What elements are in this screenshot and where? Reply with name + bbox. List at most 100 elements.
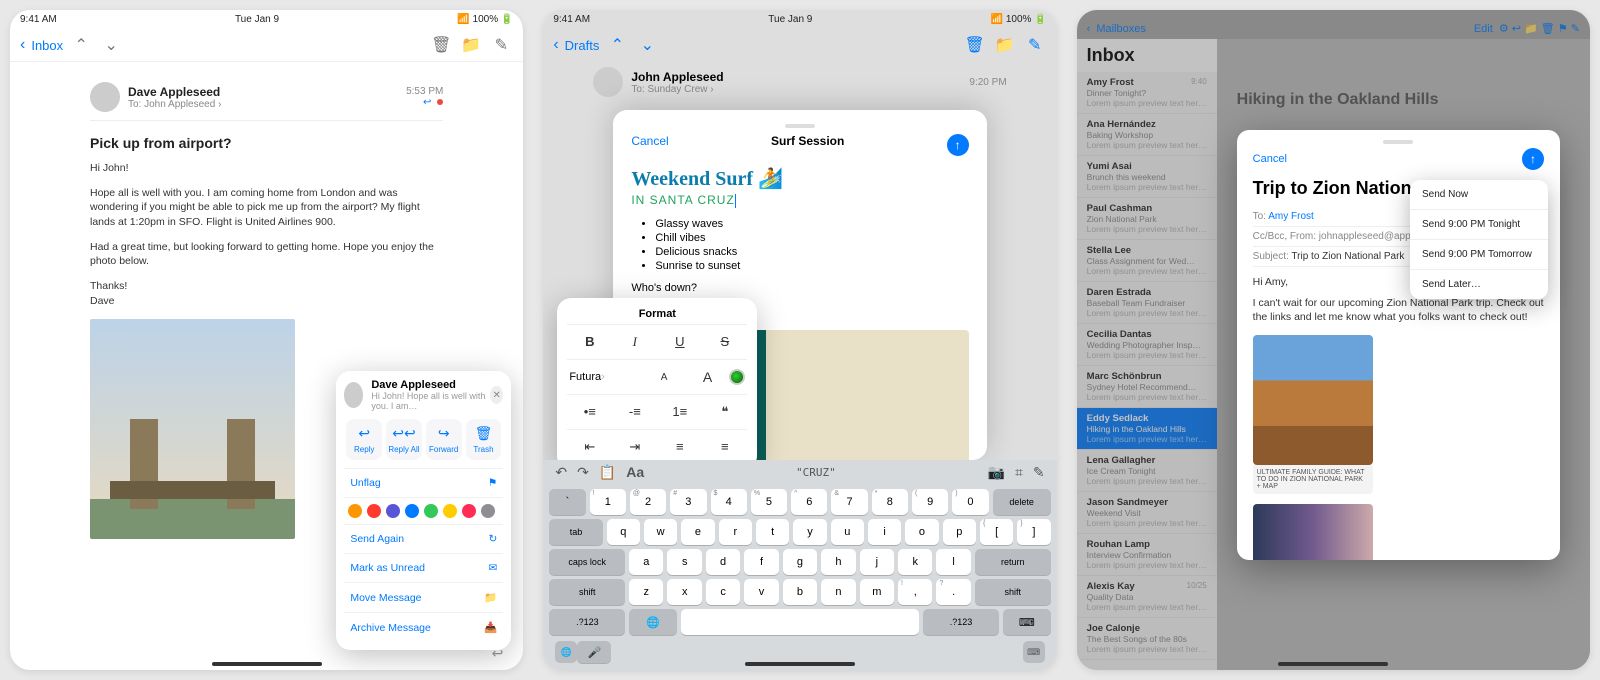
scan-icon[interactable]: ⌗ — [1015, 464, 1023, 481]
key-i[interactable]: i — [868, 519, 901, 545]
key-o[interactable]: o — [905, 519, 938, 545]
key-k[interactable]: k — [898, 549, 932, 575]
folder-icon[interactable]: 📁 — [993, 33, 1017, 57]
key-u[interactable]: u — [831, 519, 864, 545]
key-f[interactable]: f — [744, 549, 778, 575]
strike-button[interactable]: S — [702, 331, 747, 353]
send-again-item[interactable]: Send Again↻ — [344, 524, 503, 553]
send-menu-item[interactable]: Send 9:00 PM Tomorrow — [1410, 240, 1548, 270]
smaller-font-button[interactable]: A — [642, 369, 686, 386]
bullet-list-button[interactable]: •≡ — [567, 401, 612, 423]
text-format-icon[interactable]: Aa — [626, 464, 644, 481]
key-j[interactable]: j — [860, 549, 894, 575]
key-s[interactable]: s — [667, 549, 701, 575]
chevron-right-icon[interactable]: › — [601, 371, 605, 383]
key-7[interactable]: &7 — [831, 489, 867, 515]
archive-message-item[interactable]: Archive Message📥 — [344, 612, 503, 642]
trash-button[interactable]: 🗑Trash — [466, 419, 502, 460]
key-0[interactable]: )0 — [952, 489, 988, 515]
reply-toolbar-icon[interactable]: ↩ — [492, 645, 504, 662]
back-folder-label[interactable]: Inbox — [31, 38, 63, 53]
key-⌨[interactable]: ⌨ — [1003, 609, 1051, 635]
key-z[interactable]: z — [629, 579, 663, 605]
key-8[interactable]: *8 — [872, 489, 908, 515]
markup-icon[interactable]: ✎ — [1033, 464, 1045, 481]
folder-icon[interactable]: 📁 — [459, 33, 483, 57]
back-chevron-icon[interactable]: ‹ — [553, 36, 558, 54]
compose-icon[interactable]: ✎ — [489, 33, 513, 57]
bullet-list[interactable]: Glassy waves Chill vibes Delicious snacks S… — [655, 218, 968, 272]
flag-color-swatch[interactable] — [462, 504, 476, 518]
move-message-item[interactable]: Move Message📁 — [344, 582, 503, 612]
back-chevron-icon[interactable]: ‹ — [20, 36, 25, 54]
send-menu-item[interactable]: Send 9:00 PM Tonight — [1410, 210, 1548, 240]
reply-arrow-icon[interactable]: ↩ — [423, 97, 431, 108]
key-,[interactable]: !, — [898, 579, 932, 605]
align-right-button[interactable]: ≡ — [702, 436, 747, 458]
bullet-item[interactable]: Sunrise to sunset — [655, 260, 968, 272]
to-line[interactable]: To: John Appleseed › — [128, 99, 221, 110]
flag-color-swatch[interactable] — [405, 504, 419, 518]
align-left-button[interactable]: ≡ — [657, 436, 702, 458]
bold-button[interactable]: B — [567, 331, 612, 353]
link-preview-2[interactable] — [1253, 504, 1373, 560]
subhead-text[interactable]: IN SANTA CRUZ — [631, 193, 968, 208]
blockquote-button[interactable]: ❝ — [702, 401, 747, 423]
key-🌐[interactable]: 🌐 — [629, 609, 677, 635]
key-return[interactable]: return — [975, 549, 1051, 575]
send-button[interactable]: ↑ — [1522, 148, 1544, 170]
whos-down-text[interactable]: Who's down? — [631, 282, 968, 294]
sheet-grabber[interactable] — [1383, 140, 1413, 144]
bullet-item[interactable]: Chill vibes — [655, 232, 968, 244]
bullet-item[interactable]: Glassy waves — [655, 218, 968, 230]
attached-photo[interactable] — [90, 319, 295, 539]
key-v[interactable]: v — [744, 579, 778, 605]
indent-button[interactable]: ⇥ — [612, 436, 657, 458]
key-3[interactable]: #3 — [670, 489, 706, 515]
send-button[interactable]: ↑ — [947, 134, 969, 156]
trash-icon[interactable]: 🗑 — [429, 33, 453, 57]
undo-icon[interactable]: ↶ — [555, 464, 567, 481]
key-][interactable]: }] — [1017, 519, 1050, 545]
cancel-button[interactable]: Cancel — [1253, 153, 1287, 165]
key-.?123[interactable]: .?123 — [549, 609, 625, 635]
key-n[interactable]: n — [821, 579, 855, 605]
key-capslock[interactable]: caps lock — [549, 549, 625, 575]
close-button[interactable]: ✕ — [490, 386, 503, 404]
key-6[interactable]: ^6 — [791, 489, 827, 515]
compose-icon[interactable]: ✎ — [1023, 33, 1047, 57]
underline-button[interactable]: U — [657, 331, 702, 353]
down-arrow-icon[interactable]: ⌄ — [99, 33, 123, 57]
key-9[interactable]: (9 — [912, 489, 948, 515]
down-arrow-icon[interactable]: ⌄ — [635, 33, 659, 57]
key-h[interactable]: h — [821, 549, 855, 575]
redo-icon[interactable]: ↷ — [577, 464, 589, 481]
up-arrow-icon[interactable]: ⌃ — [605, 33, 629, 57]
key-g[interactable]: g — [783, 549, 817, 575]
reply-all-button[interactable]: ↩↩Reply All — [386, 419, 422, 460]
cancel-button[interactable]: Cancel — [631, 134, 668, 156]
key-1[interactable]: !1 — [590, 489, 626, 515]
clipboard-icon[interactable]: 📋 — [599, 464, 616, 481]
forward-button[interactable]: ↪Forward — [426, 419, 462, 460]
flag-color-swatch[interactable] — [424, 504, 438, 518]
key-.[interactable]: ?. — [936, 579, 970, 605]
key-tab[interactable]: tab — [549, 519, 602, 545]
key-a[interactable]: a — [629, 549, 663, 575]
text-color-button[interactable] — [729, 369, 745, 385]
key-c[interactable]: c — [706, 579, 740, 605]
key-d[interactable]: d — [706, 549, 740, 575]
send-menu-item[interactable]: Send Now — [1410, 180, 1548, 210]
larger-font-button[interactable]: A — [686, 366, 730, 388]
key-shift[interactable]: shift — [549, 579, 625, 605]
flag-color-swatch[interactable] — [348, 504, 362, 518]
key-m[interactable]: m — [860, 579, 894, 605]
bullet-item[interactable]: Delicious snacks — [655, 246, 968, 258]
up-arrow-icon[interactable]: ⌃ — [69, 33, 93, 57]
flag-color-swatch[interactable] — [367, 504, 381, 518]
flag-color-swatch[interactable] — [386, 504, 400, 518]
italic-button[interactable]: I — [612, 331, 657, 353]
key-l[interactable]: l — [936, 549, 970, 575]
key-p[interactable]: p — [943, 519, 976, 545]
globe-key[interactable]: 🌐 — [555, 641, 577, 663]
